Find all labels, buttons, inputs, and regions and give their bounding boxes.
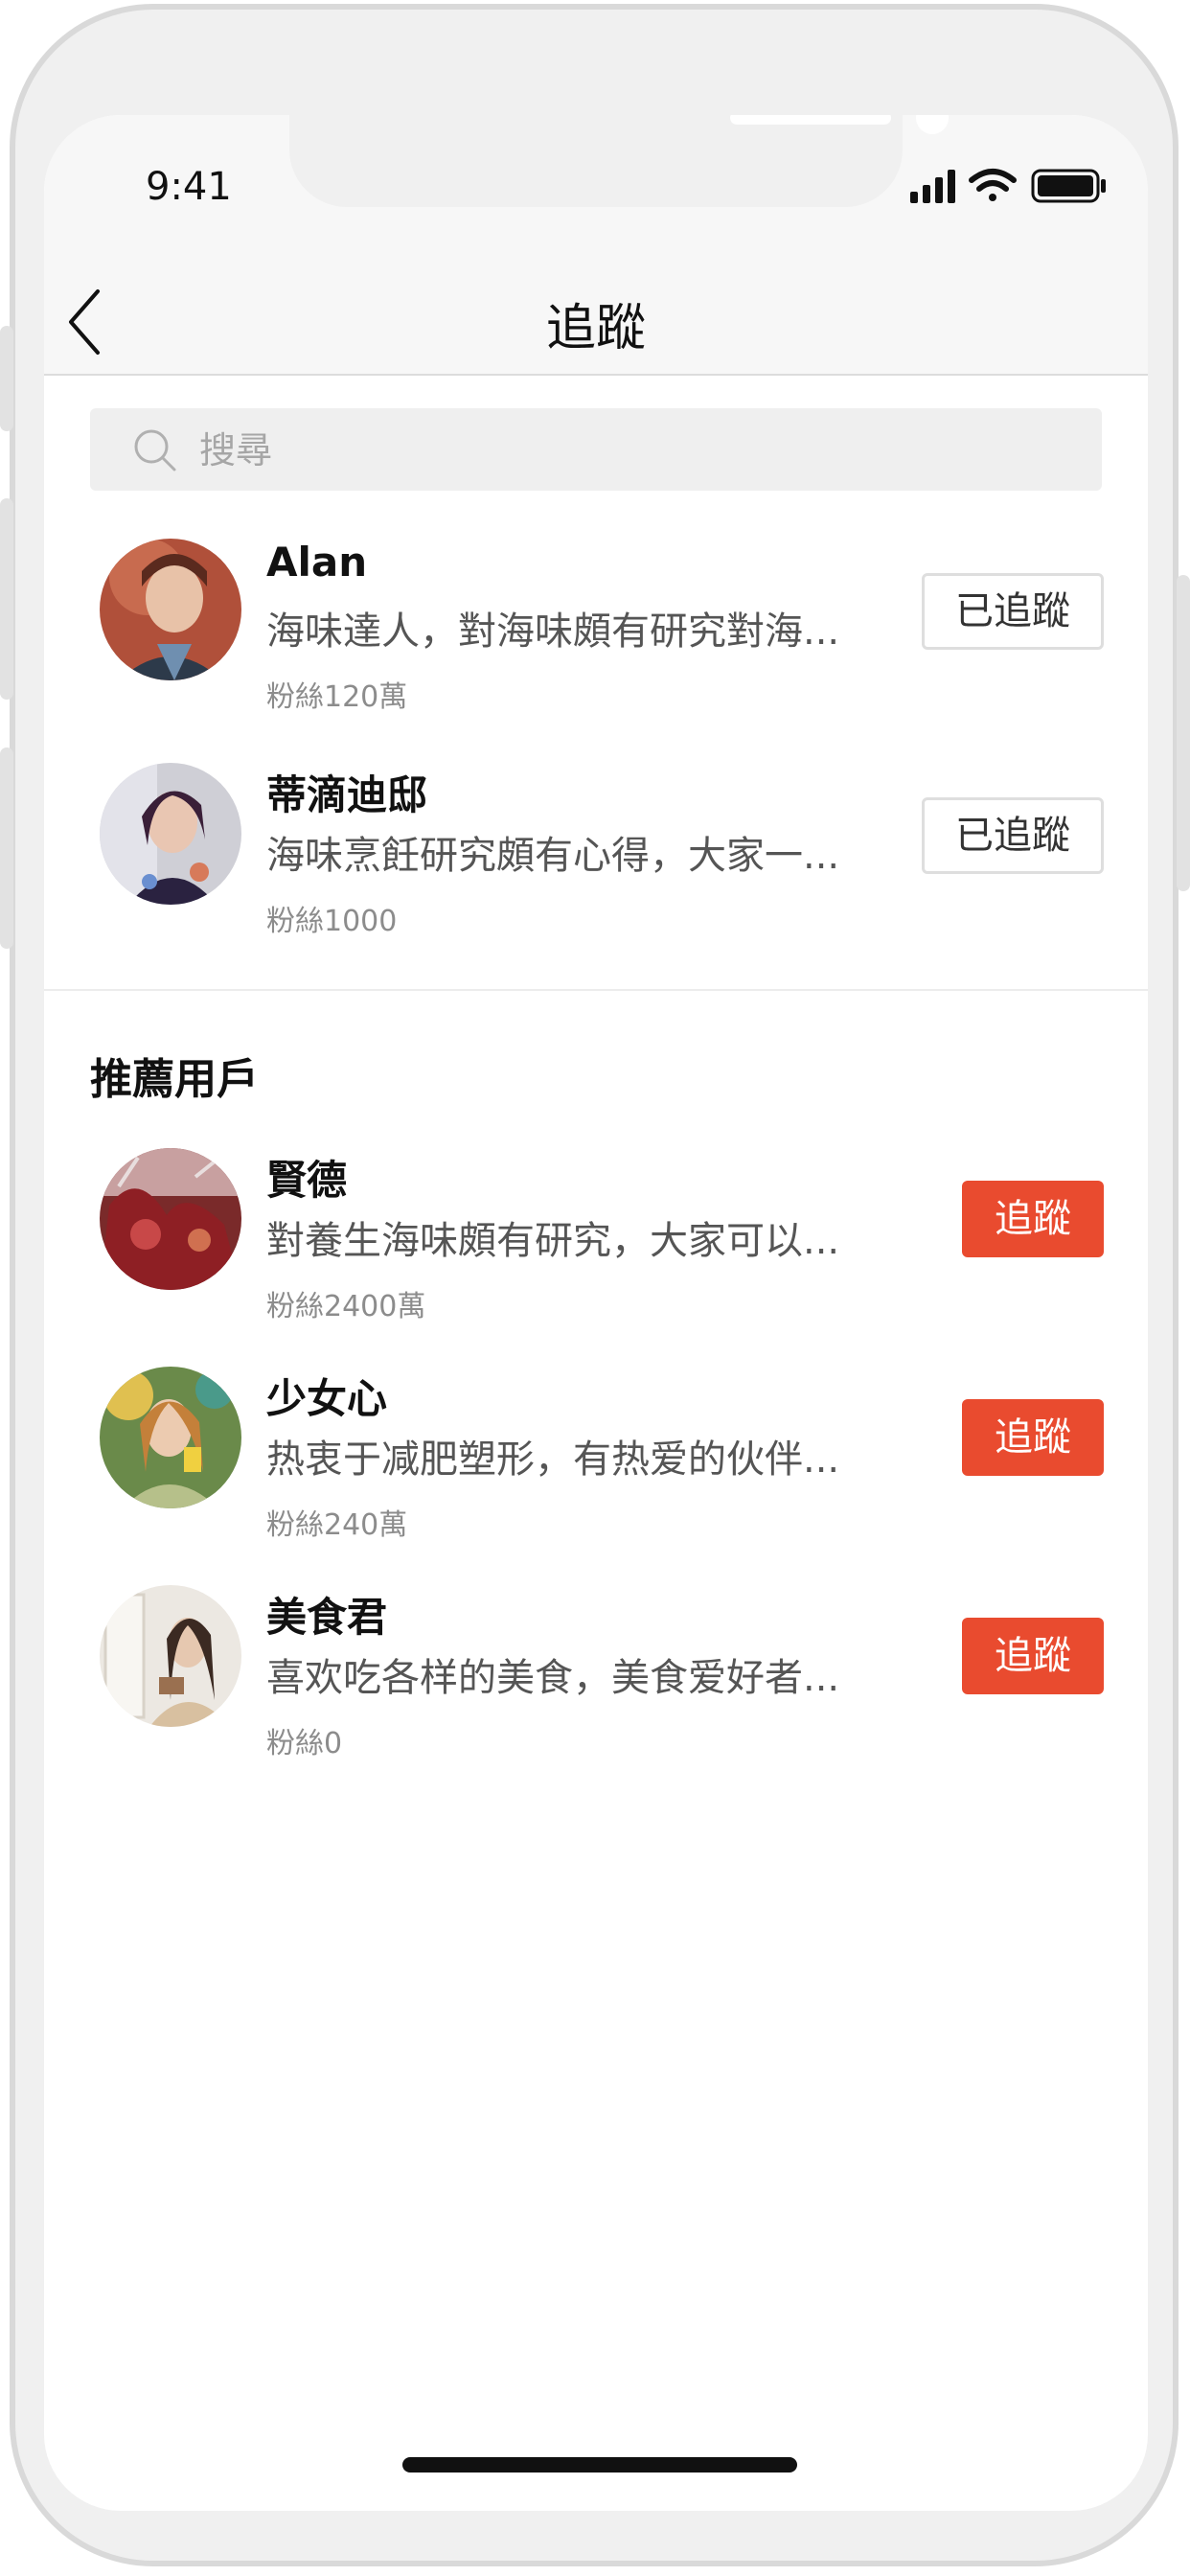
user-name: 蒂滴迪邸: [266, 771, 428, 818]
home-indicator[interactable]: [402, 2457, 797, 2472]
phone-side-button: [0, 498, 13, 700]
recommended-users-title: 推薦用戶: [90, 1055, 259, 1104]
navigation-bar: 追蹤: [44, 259, 1148, 376]
user-name: Alan: [266, 539, 368, 586]
page-title: 追蹤: [545, 300, 646, 357]
user-bio: 海味烹飪研究頗有心得，大家一...: [266, 834, 840, 878]
battery-icon: [1031, 169, 1106, 203]
following-item-didi[interactable]: 蒂滴迪邸 海味烹飪研究頗有心得，大家一... 粉絲1000 已追蹤: [44, 763, 1148, 964]
avatar: [100, 1148, 241, 1290]
user-fans-count: 粉絲2400萬: [266, 1290, 426, 1323]
avatar: [100, 1585, 241, 1727]
follow-button[interactable]: 追蹤: [962, 1399, 1104, 1476]
status-bar: 9:41: [44, 115, 1148, 259]
user-bio: 海味達人，對海味頗有研究對海...: [266, 610, 840, 654]
recommended-item-meishijun[interactable]: 美食君 喜欢吃各样的美食，美食爱好者... 粉絲0 追蹤: [44, 1585, 1148, 1786]
recommended-item-shaonvxin[interactable]: 少女心 热衷于减肥塑形，有热爱的伙伴... 粉絲240萬 追蹤: [44, 1367, 1148, 1568]
wifi-icon: [969, 169, 1017, 201]
following-button[interactable]: 已追蹤: [922, 573, 1104, 650]
search-bar[interactable]: [90, 408, 1102, 493]
user-fans-count: 粉絲120萬: [266, 680, 408, 714]
following-item-alan[interactable]: Alan 海味達人，對海味頗有研究對海... 粉絲120萬 已追蹤: [44, 539, 1148, 740]
user-name: 美食君: [266, 1594, 388, 1641]
avatar: [100, 1367, 241, 1508]
user-bio: 喜欢吃各样的美食，美食爱好者...: [266, 1656, 840, 1700]
user-name: 賢德: [266, 1157, 348, 1204]
phone-side-button: [0, 326, 13, 431]
user-bio: 對養生海味頗有研究，大家可以...: [266, 1219, 840, 1263]
signal-icon: [910, 170, 955, 203]
user-fans-count: 粉絲240萬: [266, 1508, 408, 1542]
camera: [916, 115, 949, 134]
app-screen: 9:41 追蹤 搜尋 Alan 海味達人，對海味頗有研究對海... 粉絲120萬…: [44, 115, 1148, 2511]
search-input[interactable]: [197, 408, 1064, 493]
follow-button[interactable]: 追蹤: [962, 1618, 1104, 1694]
avatar: [100, 539, 241, 680]
recommended-item-xiande[interactable]: 賢德 對養生海味頗有研究，大家可以... 粉絲2400萬 追蹤: [44, 1148, 1148, 1349]
status-icons: [910, 165, 1108, 207]
notch: [289, 115, 949, 207]
user-bio: 热衷于减肥塑形，有热爱的伙伴...: [266, 1438, 840, 1482]
following-button[interactable]: 已追蹤: [922, 797, 1104, 874]
avatar: [100, 763, 241, 905]
user-name: 少女心: [266, 1375, 388, 1422]
user-fans-count: 粉絲0: [266, 1727, 343, 1760]
section-divider: [44, 989, 1148, 991]
follow-button[interactable]: 追蹤: [962, 1181, 1104, 1257]
phone-side-button: [0, 748, 13, 949]
phone-side-button: [1177, 575, 1190, 891]
speaker: [730, 115, 891, 125]
search-icon: [132, 427, 178, 477]
user-fans-count: 粉絲1000: [266, 905, 398, 938]
status-time: 9:41: [146, 165, 232, 209]
